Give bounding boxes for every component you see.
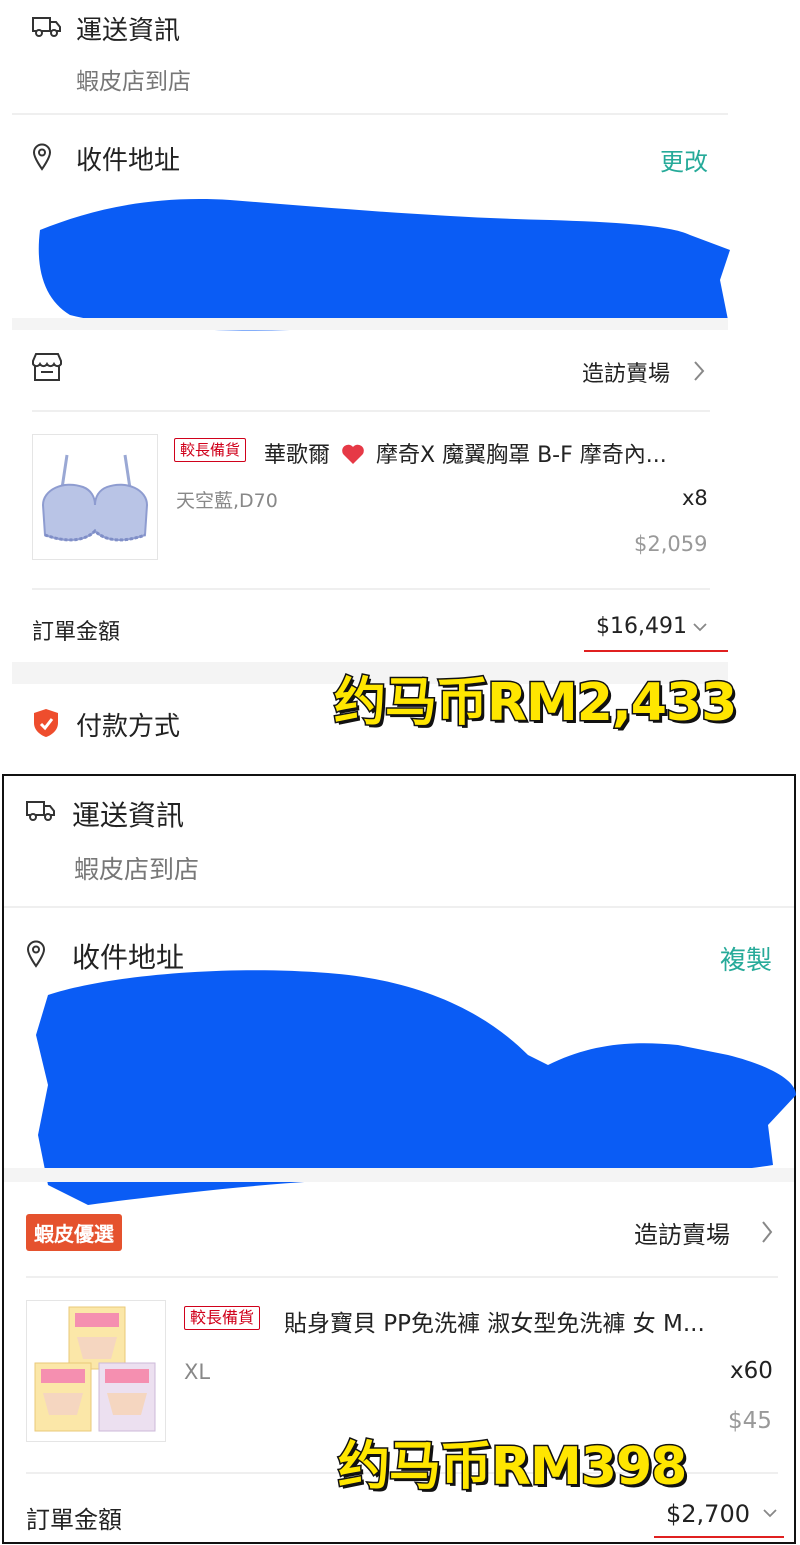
preorder-tag: 較長備貨 <box>174 438 247 462</box>
product-variant: 天空藍,D70 <box>176 490 278 512</box>
shipping-title: 運送資訊 <box>76 16 181 46</box>
shipping-method: 蝦皮店到店 <box>74 855 200 884</box>
visit-shop-button[interactable]: 造訪賣場 <box>634 1215 730 1250</box>
conversion-annotation: 约马币RM398 <box>336 1436 688 1499</box>
truck-icon <box>32 16 62 38</box>
store-icon <box>30 352 64 382</box>
section-gap <box>12 318 728 330</box>
payment-title: 付款方式 <box>76 712 181 742</box>
location-pin-icon <box>32 143 52 171</box>
section-gap <box>4 1168 794 1182</box>
chevron-right-icon[interactable] <box>692 360 706 382</box>
order-total-label: 訂單金額 <box>26 1506 122 1534</box>
conversion-annotation: 约马币RM2,433 <box>332 672 738 735</box>
divider <box>26 1276 778 1278</box>
shield-icon <box>32 708 60 738</box>
product-name[interactable]: 華歌爾 摩奇X 魔翼胸罩 B-F 摩奇內... <box>264 437 667 469</box>
order-total-label: 訂單金額 <box>32 620 121 645</box>
shipping-title: 運送資訊 <box>72 799 185 832</box>
address-title: 收件地址 <box>76 146 181 176</box>
location-pin-icon <box>26 940 46 968</box>
heart-icon <box>341 443 365 465</box>
product-variant: XL <box>184 1360 211 1384</box>
product-thumbnail[interactable] <box>26 1300 166 1442</box>
product-price: $2,059 <box>634 532 708 556</box>
order-total-value[interactable]: $16,491 <box>596 614 687 639</box>
change-address-button[interactable]: 更改 <box>660 142 708 177</box>
divider <box>12 113 728 115</box>
product-quantity: x8 <box>682 486 708 510</box>
product-name[interactable]: 貼身寶貝 PP免洗褲 淑女型免洗褲 女 M... <box>284 1304 705 1338</box>
shipping-method: 蝦皮店到店 <box>76 69 191 95</box>
product-quantity: x60 <box>730 1358 773 1384</box>
chevron-down-icon[interactable] <box>762 1508 778 1518</box>
divider <box>32 410 710 412</box>
product-price: $45 <box>728 1408 772 1434</box>
product-name-text: 摩奇X 魔翼胸罩 B-F 摩奇內... <box>376 443 667 468</box>
preorder-tag: 較長備貨 <box>184 1306 261 1330</box>
visit-shop-button[interactable]: 造訪賣場 <box>582 356 670 388</box>
divider <box>32 588 710 590</box>
total-underline <box>584 650 728 652</box>
total-underline <box>654 1536 784 1538</box>
chevron-down-icon[interactable] <box>692 622 708 632</box>
product-thumbnail[interactable] <box>32 434 158 560</box>
shopee-mall-badge: 蝦皮優選 <box>26 1214 122 1251</box>
divider <box>4 906 794 908</box>
order-total-value[interactable]: $2,700 <box>666 1500 750 1528</box>
chevron-right-icon[interactable] <box>760 1220 774 1244</box>
brand-name: 華歌爾 <box>264 443 331 468</box>
truck-icon <box>26 800 56 822</box>
